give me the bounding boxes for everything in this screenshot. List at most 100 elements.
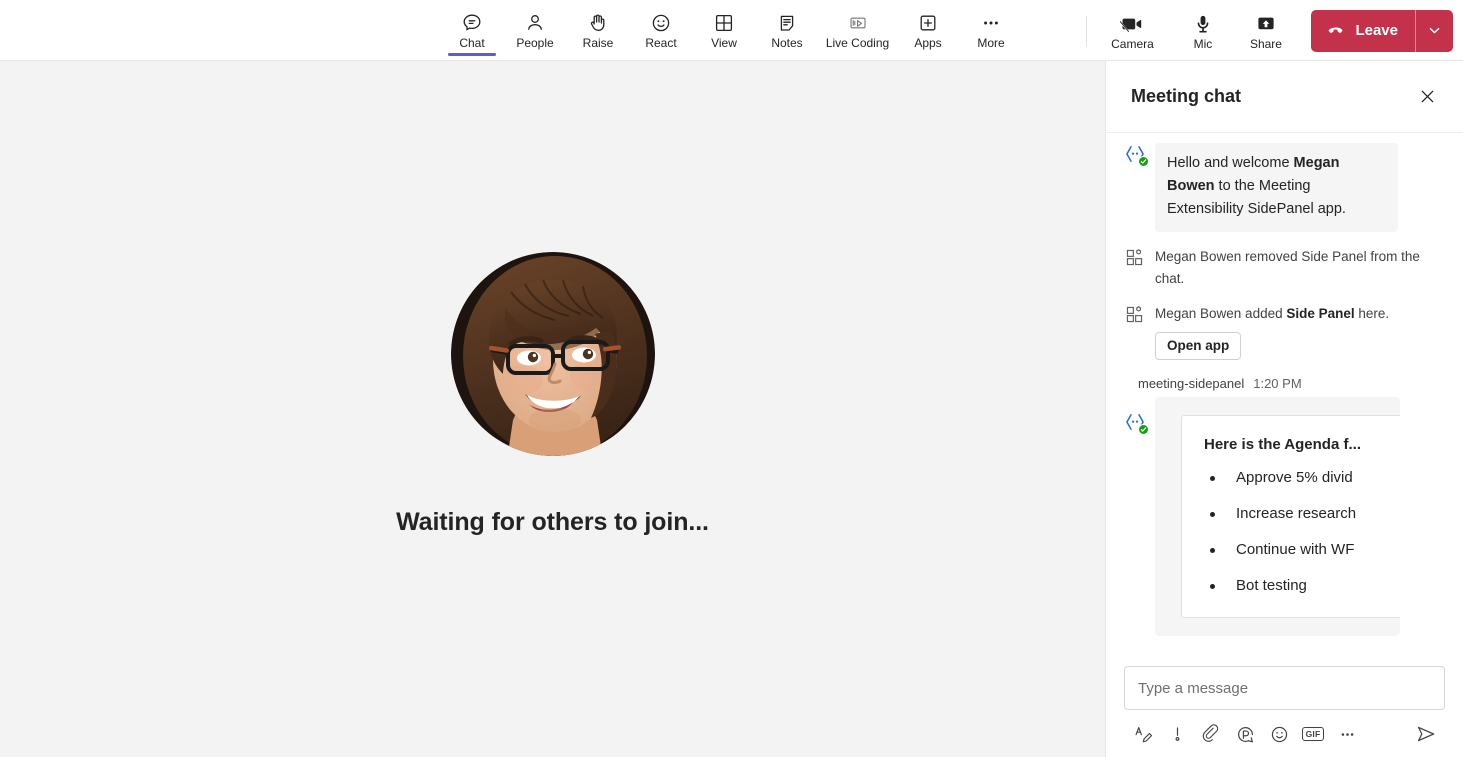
toolbar-label-raise: Raise — [582, 36, 614, 50]
avatar — [450, 251, 655, 456]
toolbar-label-apps: Apps — [914, 36, 942, 50]
system-message-text-removed: Megan Bowen removed Side Panel from the … — [1155, 249, 1420, 286]
chat-compose-area: GIF — [1106, 656, 1463, 757]
loop-icon[interactable] — [1228, 719, 1262, 749]
toolbar-label-chat: Chat — [459, 36, 485, 50]
card-message-meta: meeting-sidepanel 1:20 PM — [1138, 376, 1445, 391]
compose-toolbar: GIF — [1124, 719, 1445, 749]
toolbar-label-view: View — [711, 36, 737, 50]
leave-button-label: Leave — [1355, 22, 1398, 39]
gif-label: GIF — [1301, 727, 1325, 741]
verified-badge-icon — [1138, 156, 1149, 167]
leave-button-group: Leave — [1311, 9, 1453, 52]
added-text-part-1: Megan Bowen added — [1155, 306, 1287, 321]
leave-options-button[interactable] — [1416, 10, 1453, 52]
welcome-text-part-1: Hello and welcome — [1167, 155, 1294, 171]
toolbar-label-react: React — [645, 36, 677, 50]
toolbar-button-raise[interactable]: Raise — [567, 0, 630, 61]
meeting-body: Waiting for others to join... Meeting ch… — [0, 61, 1463, 757]
toolbar-button-react[interactable]: React — [630, 0, 693, 61]
bot-avatar-icon — [1124, 411, 1149, 435]
open-app-button[interactable]: Open app — [1155, 332, 1242, 360]
more-icon[interactable] — [1330, 719, 1364, 749]
camera-off-icon — [1120, 13, 1144, 35]
agenda-card-list: Approve 5% divid Increase research Conti… — [1182, 469, 1400, 595]
emoji-icon[interactable] — [1262, 719, 1296, 749]
agenda-list-item: Continue with WF — [1210, 541, 1400, 559]
apps-grid-icon — [1125, 305, 1145, 325]
message-input[interactable] — [1138, 679, 1431, 697]
toolbar-button-apps[interactable]: Apps — [897, 0, 960, 61]
toolbar-label-people: People — [516, 36, 554, 50]
toolbar-label-mic: Mic — [1193, 36, 1213, 51]
system-message-added-body: Megan Bowen added Side Panel here. Open … — [1155, 303, 1389, 360]
chevron-down-icon — [1427, 23, 1442, 38]
meeting-toolbar: Chat People Raise React View Notes Live … — [0, 0, 1463, 61]
chat-icon — [461, 12, 483, 34]
chat-message-system-removed: Megan Bowen removed Side Panel from the … — [1124, 246, 1445, 290]
toolbar-button-notes[interactable]: Notes — [756, 0, 819, 61]
system-message-text-added: Megan Bowen added Side Panel here. — [1155, 303, 1389, 325]
toolbar-button-camera[interactable]: Camera — [1093, 0, 1171, 61]
bot-avatar-icon — [1124, 143, 1149, 167]
priority-icon[interactable] — [1160, 719, 1194, 749]
notes-icon — [776, 12, 798, 34]
leave-button[interactable]: Leave — [1311, 10, 1415, 52]
chat-message-card: meeting-sidepanel 1:20 PM Here is the Ag… — [1124, 376, 1445, 636]
live-coding-icon — [847, 12, 869, 34]
chat-message-system-added: Megan Bowen added Side Panel here. Open … — [1124, 303, 1445, 360]
format-icon[interactable] — [1126, 719, 1160, 749]
apps-grid-icon — [1125, 248, 1145, 268]
agenda-list-item: Bot testing — [1210, 577, 1400, 595]
toolbar-button-view[interactable]: View — [693, 0, 756, 61]
chat-message-bot-welcome: Hello and welcome Megan Bowen to the Mee… — [1124, 143, 1445, 232]
mic-icon — [1192, 13, 1214, 35]
share-icon — [1254, 13, 1278, 35]
close-icon — [1419, 88, 1436, 105]
card-message-sender: meeting-sidepanel — [1138, 376, 1245, 391]
card-message-row: Here is the Agenda f... Approve 5% divid… — [1124, 397, 1445, 636]
chat-panel-header: Meeting chat — [1106, 61, 1463, 133]
toolbar-button-live-coding[interactable]: Live Coding — [819, 0, 897, 61]
card-message-timestamp: 1:20 PM — [1253, 376, 1302, 391]
meeting-chat-panel: Meeting chat Hello and welcome Megan Bow… — [1105, 61, 1463, 757]
toolbar-label-share: Share — [1249, 36, 1282, 51]
send-icon[interactable] — [1409, 719, 1443, 749]
agenda-card[interactable]: Here is the Agenda f... Approve 5% divid… — [1181, 415, 1400, 618]
toolbar-button-mic[interactable]: Mic — [1171, 0, 1234, 61]
gif-icon[interactable]: GIF — [1296, 719, 1330, 749]
people-icon — [524, 12, 546, 34]
meeting-stage: Waiting for others to join... — [0, 61, 1105, 757]
toolbar-button-share[interactable]: Share — [1234, 0, 1297, 61]
agenda-list-item: Approve 5% divid — [1210, 469, 1400, 487]
toolbar-button-more[interactable]: More — [960, 0, 1023, 61]
raise-hand-icon — [587, 12, 609, 34]
agenda-list-item: Increase research — [1210, 505, 1400, 523]
added-text-part-3: here. — [1354, 306, 1390, 321]
toolbar-label-more: More — [977, 36, 1005, 50]
teams-meeting-window: Chat People Raise React View Notes Live … — [0, 0, 1463, 757]
added-text-part-2: Side Panel — [1286, 306, 1355, 321]
toolbar-button-chat[interactable]: Chat — [441, 0, 504, 61]
adaptive-card-container: Here is the Agenda f... Approve 5% divid… — [1155, 397, 1400, 636]
chat-bubble-welcome: Hello and welcome Megan Bowen to the Mee… — [1155, 143, 1398, 232]
stage-content: Waiting for others to join... — [396, 251, 709, 537]
message-input-box[interactable] — [1124, 666, 1445, 710]
agenda-card-title: Here is the Agenda f... — [1204, 436, 1361, 453]
verified-badge-icon — [1138, 424, 1149, 435]
toolbar-divider — [1086, 15, 1088, 46]
chat-panel-title: Meeting chat — [1131, 86, 1242, 106]
more-icon — [980, 12, 1002, 34]
attach-icon[interactable] — [1194, 719, 1228, 749]
toolbar-button-people[interactable]: People — [504, 0, 567, 61]
toolbar-label-notes: Notes — [771, 36, 803, 50]
chat-message-list[interactable]: Hello and welcome Megan Bowen to the Mee… — [1106, 133, 1463, 656]
hangup-icon — [1326, 21, 1346, 41]
close-chat-button[interactable] — [1411, 81, 1443, 113]
apps-plus-icon — [917, 12, 939, 34]
react-icon — [650, 12, 672, 34]
toolbar-label-live-coding: Live Coding — [825, 36, 890, 50]
waiting-message: Waiting for others to join... — [396, 507, 709, 536]
view-grid-icon — [713, 12, 735, 34]
meeting-toolbar-right-group: Camera Mic Share Leave — [1084, 0, 1453, 61]
